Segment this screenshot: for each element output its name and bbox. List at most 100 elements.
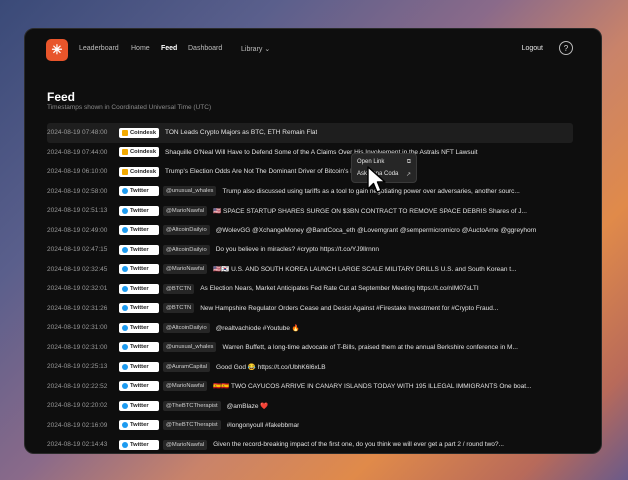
row-headline[interactable]: @WolevGG @XchangeMoney @BandCoca_eth @Lo… bbox=[216, 227, 537, 234]
mouse-cursor-icon bbox=[367, 166, 386, 193]
row-headline[interactable]: Do you believe in miracles? #crypto http… bbox=[216, 246, 379, 253]
row-timestamp: 2024-08-19 07:44:00 bbox=[47, 148, 108, 156]
coindesk-icon bbox=[122, 129, 128, 136]
row-headline[interactable]: #longonyoull #fakebbmar bbox=[227, 422, 300, 429]
twitter-icon bbox=[122, 188, 128, 195]
feed-row[interactable]: 2024-08-19 02:47:15 Twitter @AltcoinDailyi… bbox=[47, 240, 573, 260]
row-headline[interactable]: @realtvachiode #Youtube 🔥 bbox=[216, 324, 300, 332]
feed-row[interactable]: 2024-08-19 02:58:00 Twitter @unusual_whale… bbox=[47, 182, 573, 202]
twitter-icon bbox=[122, 227, 128, 234]
twitter-icon bbox=[122, 285, 128, 292]
feed-row[interactable]: 2024-08-19 02:51:13 Twitter @MarioNawfal 🇺🇸… bbox=[47, 201, 573, 221]
avatar-icon[interactable]: ? bbox=[559, 41, 573, 55]
row-headline[interactable]: Shaquille O'Neal Will Have to Defend Som… bbox=[165, 149, 478, 156]
feed-row[interactable]: 2024-08-19 07:48:00 Coindesk TON Leads Cry… bbox=[47, 123, 573, 143]
twitter-icon bbox=[122, 363, 128, 370]
row-timestamp: 2024-08-19 02:49:00 bbox=[47, 226, 108, 234]
row-timestamp: 2024-08-19 07:48:00 bbox=[47, 129, 108, 137]
source-label: Twitter bbox=[130, 324, 149, 331]
twitter-icon bbox=[122, 207, 128, 214]
source-label: Twitter bbox=[130, 246, 149, 253]
row-timestamp: 2024-08-19 02:14:43 bbox=[47, 441, 108, 449]
app-logo-icon[interactable]: ✳ bbox=[46, 39, 68, 61]
row-headline[interactable]: As Election Nears, Market Anticipates Fe… bbox=[200, 285, 478, 292]
nav-home[interactable]: Home bbox=[131, 45, 150, 52]
row-headline[interactable]: Good God 😂 https://t.co/UbhK6l6xLB bbox=[216, 363, 326, 371]
source-badge: Twitter bbox=[119, 361, 159, 372]
author-handle[interactable]: @MarioNawfal bbox=[163, 381, 208, 392]
row-headline[interactable]: New Hampshire Regulator Orders Cease and… bbox=[200, 305, 498, 312]
feed-row[interactable]: 2024-08-19 02:16:09 Twitter @TheBTCTherapi… bbox=[47, 416, 573, 436]
author-handle[interactable]: @MarioNawfal bbox=[163, 264, 208, 275]
row-headline[interactable]: 🇺🇸🇰🇷 U.S. AND SOUTH KOREA LAUNCH LARGE S… bbox=[213, 265, 516, 273]
coindesk-icon bbox=[122, 149, 128, 156]
source-badge: Twitter bbox=[119, 342, 159, 353]
author-handle[interactable]: @MarioNawfal bbox=[163, 439, 208, 450]
row-headline[interactable]: TON Leads Crypto Majors as BTC, ETH Rema… bbox=[165, 129, 317, 136]
author-handle[interactable]: @MarioNawfal bbox=[163, 205, 208, 216]
feed-row[interactable]: 2024-08-19 07:44:00 Coindesk Shaquille O'N… bbox=[47, 143, 573, 163]
feed-row[interactable]: 2024-08-19 02:20:02 Twitter @TheBTCTherapi… bbox=[47, 396, 573, 416]
row-headline[interactable]: Given the record-breaking impact of the … bbox=[213, 441, 504, 448]
source-badge: Twitter bbox=[119, 400, 159, 411]
author-handle[interactable]: @unusual_whales bbox=[163, 342, 217, 353]
source-label: Coindesk bbox=[130, 129, 157, 136]
row-timestamp: 2024-08-19 02:32:01 bbox=[47, 285, 108, 293]
twitter-icon bbox=[122, 441, 128, 448]
row-headline[interactable]: 🇺🇸 SPACE STARTUP SHARES SURGE ON $3BN CO… bbox=[213, 207, 527, 215]
author-handle[interactable]: @TheBTCTherapist bbox=[163, 420, 221, 431]
source-label: Twitter bbox=[130, 402, 149, 409]
nav-leaderboard[interactable]: Leaderboard bbox=[79, 45, 119, 52]
feed-row[interactable]: 2024-08-19 02:32:45 Twitter @MarioNawfal 🇺🇸… bbox=[47, 260, 573, 280]
row-timestamp: 2024-08-19 02:22:52 bbox=[47, 382, 108, 390]
twitter-icon bbox=[122, 305, 128, 312]
feed-row[interactable]: 2024-08-19 02:25:13 Twitter @AuramCapital G… bbox=[47, 357, 573, 377]
source-badge: Twitter bbox=[119, 381, 159, 392]
author-handle[interactable]: @AltcoinDailyio bbox=[163, 225, 210, 236]
author-handle[interactable]: @unusual_whales bbox=[163, 186, 217, 197]
row-headline[interactable]: @amBlaze ❤️ bbox=[227, 402, 269, 410]
author-handle[interactable]: @AuramCapital bbox=[163, 361, 211, 372]
row-timestamp: 2024-08-19 06:10:00 bbox=[47, 168, 108, 176]
row-timestamp: 2024-08-19 02:25:13 bbox=[47, 363, 108, 371]
page-title: Feed bbox=[47, 90, 76, 104]
source-label: Coindesk bbox=[130, 149, 157, 156]
row-headline[interactable]: Warren Buffett, a long-time advocate of … bbox=[222, 344, 517, 351]
feed-row[interactable]: 2024-08-19 06:10:00 Coindesk Trump's Elect… bbox=[47, 162, 573, 182]
author-handle[interactable]: @TheBTCTherapist bbox=[163, 400, 221, 411]
feed-row[interactable]: 2024-08-19 02:32:01 Twitter @BTCTN As Elect… bbox=[47, 279, 573, 299]
nav-library-dropdown[interactable]: Library ⌄ bbox=[241, 45, 270, 53]
feed-row[interactable]: 2024-08-19 02:31:26 Twitter @BTCTN New Hamp… bbox=[47, 299, 573, 319]
feed-row[interactable]: 2024-08-19 02:22:52 Twitter @MarioNawfal 🇪🇸… bbox=[47, 377, 573, 397]
feed-row[interactable]: 2024-08-19 02:31:00 Twitter @unusual_whale… bbox=[47, 338, 573, 358]
twitter-icon bbox=[122, 383, 128, 390]
top-nav: ✳ Leaderboard Home Feed Dashboard Librar… bbox=[25, 29, 601, 71]
row-timestamp: 2024-08-19 02:31:00 bbox=[47, 324, 108, 332]
author-handle[interactable]: @AltcoinDailyio bbox=[163, 244, 210, 255]
feed-row[interactable]: 2024-08-19 02:31:00 Twitter @AltcoinDailyi… bbox=[47, 318, 573, 338]
source-badge: Twitter bbox=[119, 420, 159, 431]
nav-dashboard[interactable]: Dashboard bbox=[188, 45, 222, 52]
page-subtitle: Timestamps shown in Coordinated Universa… bbox=[47, 104, 212, 111]
row-timestamp: 2024-08-19 02:31:00 bbox=[47, 343, 108, 351]
logout-button[interactable]: Logout bbox=[522, 45, 543, 52]
source-label: Twitter bbox=[130, 422, 149, 429]
row-timestamp: 2024-08-19 02:31:26 bbox=[47, 304, 108, 312]
source-badge: Twitter bbox=[119, 303, 159, 314]
source-badge: Coindesk bbox=[119, 147, 159, 158]
external-link-icon: ⧉ bbox=[406, 158, 411, 165]
author-handle[interactable]: @AltcoinDailyio bbox=[163, 322, 210, 333]
source-label: Twitter bbox=[130, 207, 149, 214]
row-headline[interactable]: 🇪🇸🇪🇸 TWO CAYUCOS ARRIVE IN CANARY ISLAND… bbox=[213, 382, 531, 390]
author-handle[interactable]: @BTCTN bbox=[163, 283, 195, 294]
source-badge: Twitter bbox=[119, 244, 159, 255]
source-badge: Twitter bbox=[119, 264, 159, 275]
browser-window: ✳ Leaderboard Home Feed Dashboard Librar… bbox=[24, 28, 602, 454]
source-badge: Twitter bbox=[119, 322, 159, 333]
nav-feed[interactable]: Feed bbox=[161, 45, 177, 52]
author-handle[interactable]: @BTCTN bbox=[163, 303, 195, 314]
feed-row[interactable]: 2024-08-19 02:49:00 Twitter @AltcoinDailyi… bbox=[47, 221, 573, 241]
feed-row[interactable]: 2024-08-19 02:14:43 Twitter @MarioNawfal Gi… bbox=[47, 435, 573, 453]
twitter-icon bbox=[122, 266, 128, 273]
twitter-icon bbox=[122, 324, 128, 331]
